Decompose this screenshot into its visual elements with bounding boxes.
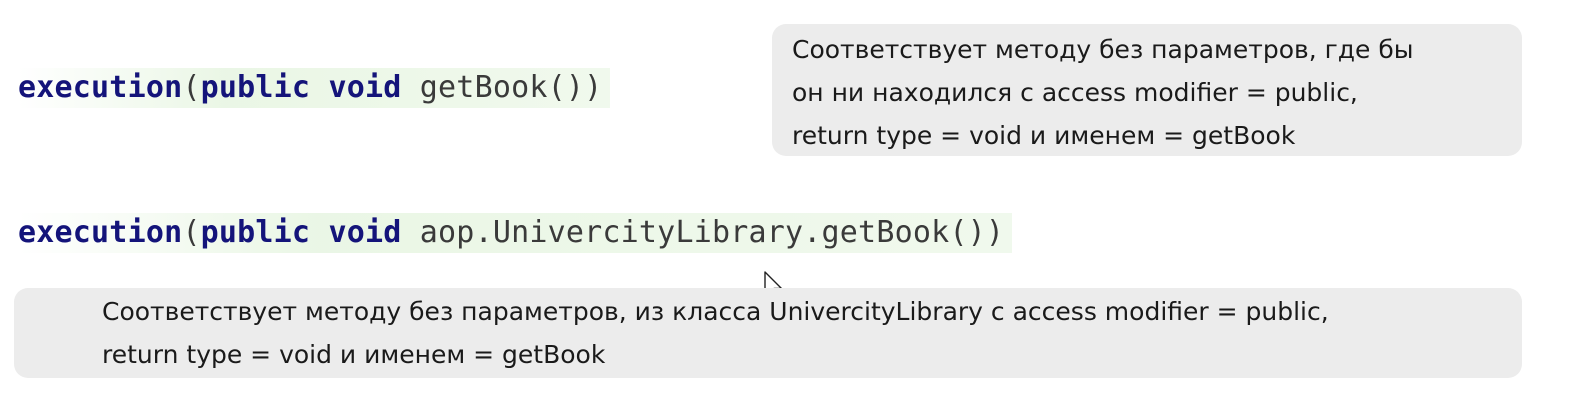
description-2-line-2: return type = void и именем = getBook — [102, 340, 606, 369]
description-box-1: Соответствует методу без параметров, где… — [772, 24, 1522, 156]
code-method: aop.UnivercityLibrary.getBook() — [419, 215, 986, 250]
description-1-line-2: он ни находился с access modifier = publ… — [792, 78, 1358, 107]
code-keyword-execution: execution — [18, 70, 183, 105]
code-close-paren: ) — [985, 215, 1005, 250]
code-return-type: void — [328, 70, 402, 105]
code-modifier: public — [200, 70, 311, 105]
description-1-line-1: Соответствует методу без параметров, где… — [792, 35, 1414, 64]
code-keyword-execution: execution — [18, 215, 183, 250]
code-example-1: execution(public void getBook()) — [18, 68, 611, 108]
code-close-paren: ) — [584, 70, 603, 105]
slide: { "example1": { "code": { "keyword": "ex… — [0, 0, 1582, 401]
code-return-type: void — [328, 215, 402, 250]
code-open-paren: ( — [182, 215, 201, 250]
description-2-line-1: Соответствует методу без параметров, из … — [102, 297, 1329, 326]
code-example-2: execution(public void aop.UnivercityLibr… — [18, 213, 1013, 253]
description-1-line-3: return type = void и именем = getBook — [792, 121, 1296, 150]
code-modifier: public — [200, 215, 311, 250]
code-method: getBook() — [419, 70, 585, 105]
description-box-2: Соответствует методу без параметров, из … — [14, 288, 1522, 378]
code-open-paren: ( — [182, 70, 201, 105]
